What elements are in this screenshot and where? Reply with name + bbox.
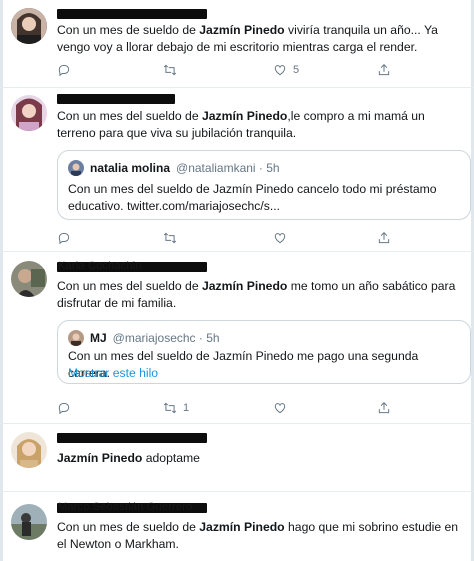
retweet-count: 1 <box>183 402 190 414</box>
reply-button[interactable] <box>57 62 71 78</box>
share-icon <box>378 64 390 76</box>
show-thread-link[interactable]: Mostrar este hilo <box>68 366 158 380</box>
retweet-icon <box>163 64 177 76</box>
quote-avatar <box>68 330 84 346</box>
share-button[interactable] <box>377 400 391 416</box>
quote-author-name: natalia molina <box>90 161 171 175</box>
avatar[interactable] <box>11 95 47 131</box>
quote-author-handle: @mariajosechc · 5h <box>112 331 220 345</box>
tweet-actions: 5 <box>57 62 397 78</box>
avatar[interactable] <box>11 432 47 468</box>
reply-icon <box>58 402 70 415</box>
like-button[interactable]: 5 <box>273 62 299 78</box>
share-icon <box>378 232 390 244</box>
reply-icon <box>58 64 70 77</box>
tweet-1[interactable]: Con un mes de sueldo de Jazmín Pinedo vi… <box>0 0 474 88</box>
quote-avatar <box>68 160 84 176</box>
tweet-3[interactable]: Karla Cochachin Con un mes del sueldo de… <box>0 252 474 424</box>
redacted-username <box>57 9 207 19</box>
share-button[interactable] <box>377 62 391 78</box>
redacted-username <box>57 94 175 104</box>
quote-header: MJ @mariajosechc · 5h <box>68 330 220 346</box>
quote-header: natalia molina @nataliamkani · 5h <box>68 160 280 176</box>
retweet-button[interactable] <box>163 230 177 246</box>
quote-text: Con un mes del sueldo de Jazmín Pinedo c… <box>68 182 437 213</box>
quote-author-handle: @nataliamkani · 5h <box>176 161 280 175</box>
quoted-tweet[interactable]: natalia molina @nataliamkani · 5h Con un… <box>57 150 471 220</box>
tweet-text: Con un mes de sueldo de Jazmín Pinedo vi… <box>57 23 438 54</box>
redacted-username <box>57 433 207 443</box>
avatar[interactable] <box>11 8 47 44</box>
quoted-tweet[interactable]: MJ @mariajosechc · 5h Con un mes del sue… <box>57 320 471 384</box>
like-icon <box>274 233 286 244</box>
redacted-username-text: Marco Sebastián Guerrero <box>58 501 193 513</box>
tweet-text: Con un mes de sueldo de Jazmín Pinedo ha… <box>57 520 459 551</box>
like-button[interactable] <box>273 400 287 416</box>
twitter-screenshot: { "tweets": [ { "redacted_name": "", "pr… <box>0 0 474 561</box>
tweet-4[interactable]: Jazmín Pinedo adoptame <box>0 424 474 492</box>
tweet-actions: 1 <box>57 400 397 416</box>
retweet-button[interactable] <box>163 62 177 78</box>
reply-button[interactable] <box>57 230 71 246</box>
tweet-text: Jazmín Pinedo adoptame <box>57 451 200 465</box>
retweet-icon <box>163 232 177 244</box>
like-count: 5 <box>293 64 300 76</box>
like-icon <box>274 65 286 76</box>
tweet-2[interactable]: Con un mes del sueldo de Jazmín Pinedo,l… <box>0 88 474 252</box>
redacted-username-text: Karla Cochachin <box>58 260 142 272</box>
tweet-5[interactable]: Marco Sebastián Guerrero Con un mes de s… <box>0 492 474 561</box>
tweet-text: Con un mes del sueldo de Jazmín Pinedo m… <box>57 279 456 310</box>
tweet-text: Con un mes del sueldo de Jazmín Pinedo,l… <box>57 109 425 140</box>
retweet-button[interactable]: 1 <box>163 400 189 416</box>
like-button[interactable] <box>273 230 287 246</box>
avatar[interactable] <box>11 504 47 540</box>
like-icon <box>274 403 286 414</box>
reply-icon <box>58 232 70 245</box>
share-icon <box>378 402 390 414</box>
share-button[interactable] <box>377 230 391 246</box>
avatar[interactable] <box>11 261 47 297</box>
quote-author-name: MJ <box>90 331 107 345</box>
reply-button[interactable] <box>57 400 71 416</box>
tweet-actions <box>57 230 397 246</box>
retweet-icon <box>163 402 177 414</box>
